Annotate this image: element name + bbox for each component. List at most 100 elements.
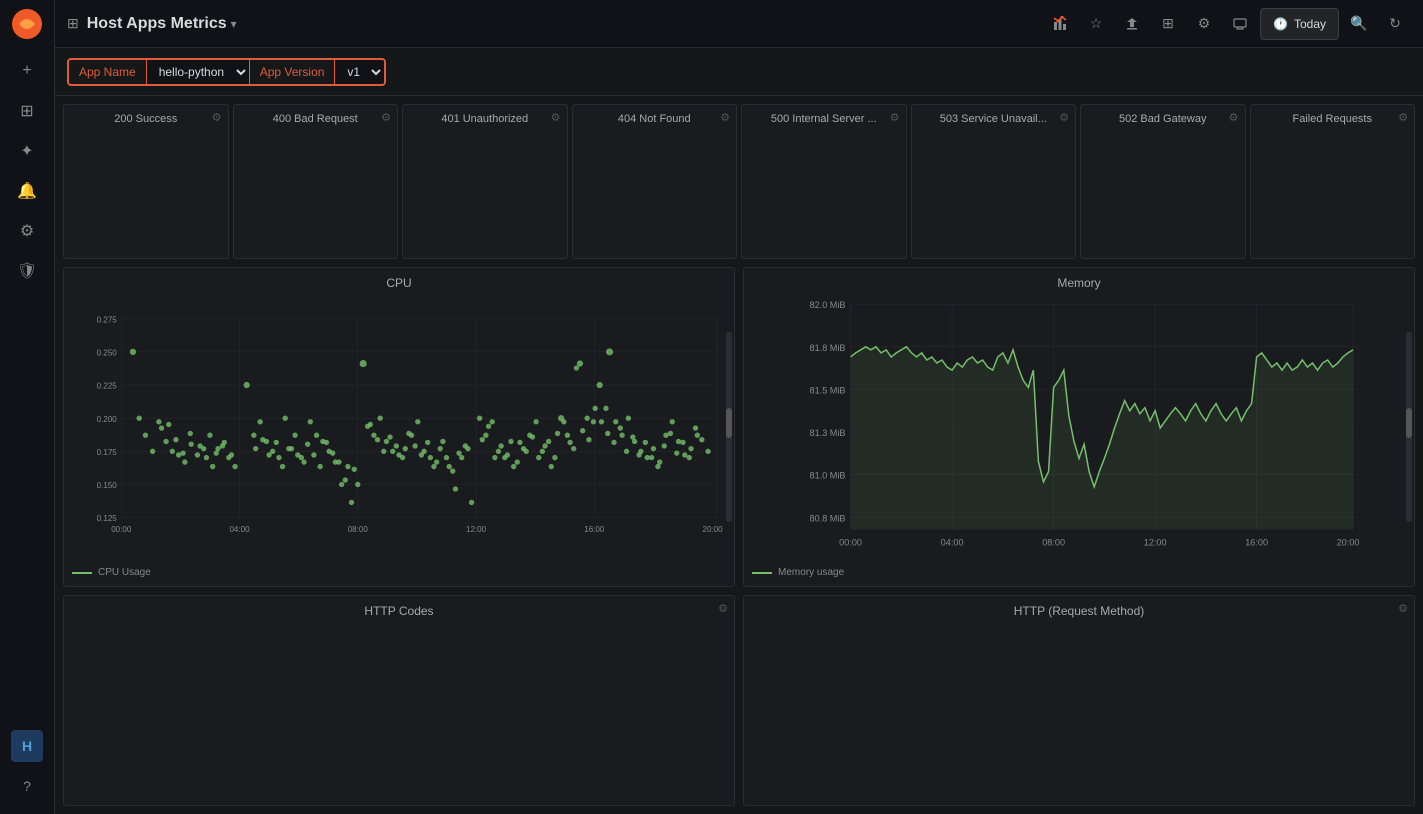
refresh-button[interactable]: ↻ (1379, 8, 1411, 40)
panel-200-gear[interactable]: ⚙ (212, 111, 222, 124)
app-name-select[interactable]: hello-python (147, 60, 249, 84)
memory-chart-svg: 82.0 MiB 81.8 MiB 81.5 MiB 81.3 MiB 81.0… (752, 294, 1406, 563)
svg-text:0.250: 0.250 (97, 348, 118, 357)
panel-401-content (411, 129, 559, 250)
bar-chart-button[interactable] (1044, 8, 1076, 40)
svg-text:00:00: 00:00 (839, 538, 862, 548)
panel-502: ⚙ 502 Bad Gateway (1080, 104, 1246, 259)
today-label: Today (1294, 17, 1326, 31)
monitor-button[interactable] (1224, 8, 1256, 40)
content-area: ⚙ 200 Success ⚙ 400 Bad Request ⚙ 401 Un… (55, 96, 1423, 814)
panel-failed-content (1259, 129, 1407, 250)
topbar-grid-icon: ⊞ (67, 15, 79, 32)
svg-text:81.5 MiB: 81.5 MiB (810, 385, 846, 395)
memory-chart-panel: Memory (743, 267, 1415, 587)
svg-text:08:00: 08:00 (1042, 538, 1065, 548)
title-chevron[interactable]: ▾ (231, 17, 237, 31)
http-codes-gear[interactable]: ⚙ (718, 602, 728, 615)
panel-502-gear[interactable]: ⚙ (1229, 111, 1239, 124)
topbar: ⊞ Host Apps Metrics ▾ ☆ (55, 0, 1423, 48)
panel-404: ⚙ 404 Not Found (572, 104, 738, 259)
svg-text:20:00: 20:00 (702, 525, 723, 534)
today-button[interactable]: 🕐 Today (1260, 8, 1339, 40)
sidebar-dashboard-icon[interactable]: ⊞ (9, 93, 45, 129)
charts-row: CPU (63, 267, 1415, 587)
panel-500: ⚙ 500 Internal Server ... (741, 104, 907, 259)
http-method-gear[interactable]: ⚙ (1398, 602, 1408, 615)
cpu-chart-panel: CPU (63, 267, 735, 587)
svg-text:0.150: 0.150 (97, 481, 118, 490)
search-button[interactable]: 🔍 (1343, 8, 1375, 40)
panel-401: ⚙ 401 Unauthorized (402, 104, 568, 259)
svg-text:81.8 MiB: 81.8 MiB (810, 343, 846, 353)
cpu-scrollbar[interactable] (726, 332, 732, 523)
memory-chart-area: 82.0 MiB 81.8 MiB 81.5 MiB 81.3 MiB 81.0… (752, 294, 1406, 563)
svg-text:12:00: 12:00 (466, 525, 487, 534)
sidebar-shield-icon[interactable]: 🛡 (9, 253, 45, 289)
app-version-select[interactable]: v1 (335, 60, 384, 84)
http-method-panel: ⚙ HTTP (Request Method) (743, 595, 1415, 806)
page-title: Host Apps Metrics (87, 15, 227, 33)
panel-503: ⚙ 503 Service Unavail... (911, 104, 1077, 259)
svg-text:81.0 MiB: 81.0 MiB (810, 471, 846, 481)
svg-text:12:00: 12:00 (1144, 538, 1167, 548)
star-button[interactable]: ☆ (1080, 8, 1112, 40)
filter-group: App Name hello-python App Version v1 (67, 58, 386, 86)
status-panels-row: ⚙ 200 Success ⚙ 400 Bad Request ⚙ 401 Un… (63, 104, 1415, 259)
cpu-legend-line (72, 572, 92, 574)
panel-503-gear[interactable]: ⚙ (1059, 111, 1069, 124)
sidebar-h-icon[interactable]: H (11, 730, 43, 762)
panel-401-gear[interactable]: ⚙ (551, 111, 561, 124)
cpu-scrollbar-thumb[interactable] (726, 408, 732, 438)
svg-text:0.225: 0.225 (97, 382, 118, 391)
sidebar-alert-icon[interactable]: 🔔 (9, 173, 45, 209)
panel-400: ⚙ 400 Bad Request (233, 104, 399, 259)
panel-200: ⚙ 200 Success (63, 104, 229, 259)
panel-502-content (1089, 129, 1237, 250)
panel-404-gear[interactable]: ⚙ (720, 111, 730, 124)
app-version-label: App Version (250, 61, 335, 83)
cpu-chart-area: 0.275 0.250 0.225 0.200 0.175 0.150 0.12… (72, 294, 726, 563)
settings-button[interactable]: ⚙ (1188, 8, 1220, 40)
svg-text:0.125: 0.125 (97, 514, 118, 523)
main-content: ⊞ Host Apps Metrics ▾ ☆ (55, 0, 1423, 814)
grid-button[interactable]: ⊞ (1152, 8, 1184, 40)
http-codes-title: HTTP Codes (72, 604, 726, 618)
svg-text:0.275: 0.275 (97, 315, 118, 324)
http-method-title: HTTP (Request Method) (752, 604, 1406, 618)
memory-scrollbar-thumb[interactable] (1406, 408, 1412, 438)
sidebar-add-icon[interactable]: + (9, 53, 45, 89)
svg-text:82.0 MiB: 82.0 MiB (810, 300, 846, 310)
panel-500-gear[interactable]: ⚙ (890, 111, 900, 124)
panel-failed-title: Failed Requests (1259, 113, 1407, 125)
sidebar-bottom: H ? (9, 730, 45, 806)
panel-200-content (72, 129, 220, 250)
svg-text:16:00: 16:00 (584, 525, 605, 534)
share-button[interactable] (1116, 8, 1148, 40)
svg-text:16:00: 16:00 (1245, 538, 1268, 548)
panel-failed-gear[interactable]: ⚙ (1398, 111, 1408, 124)
panel-503-content (920, 129, 1068, 250)
filterbar: App Name hello-python App Version v1 (55, 48, 1423, 96)
sidebar-explore-icon[interactable]: ✦ (9, 133, 45, 169)
svg-text:08:00: 08:00 (348, 525, 369, 534)
sidebar-config-icon[interactable]: ⚙ (9, 213, 45, 249)
panel-401-title: 401 Unauthorized (411, 113, 559, 125)
clock-icon: 🕐 (1273, 17, 1288, 31)
svg-text:0.175: 0.175 (97, 448, 118, 457)
memory-legend: Memory usage (752, 567, 1406, 578)
memory-legend-line (752, 572, 772, 574)
app-name-label: App Name (69, 61, 146, 83)
bottom-charts-row: ⚙ HTTP Codes ⚙ HTTP (Request Method) (63, 595, 1415, 806)
logo[interactable] (11, 8, 43, 43)
svg-text:80.8 MiB: 80.8 MiB (810, 513, 846, 523)
cpu-legend: CPU Usage (72, 567, 726, 578)
svg-text:04:00: 04:00 (229, 525, 250, 534)
memory-chart-title: Memory (752, 276, 1406, 290)
panel-400-gear[interactable]: ⚙ (381, 111, 391, 124)
cpu-chart-title: CPU (72, 276, 726, 290)
memory-scrollbar[interactable] (1406, 332, 1412, 523)
panel-404-content (581, 129, 729, 250)
sidebar-help-icon[interactable]: ? (9, 768, 45, 804)
panel-400-title: 400 Bad Request (242, 113, 390, 125)
